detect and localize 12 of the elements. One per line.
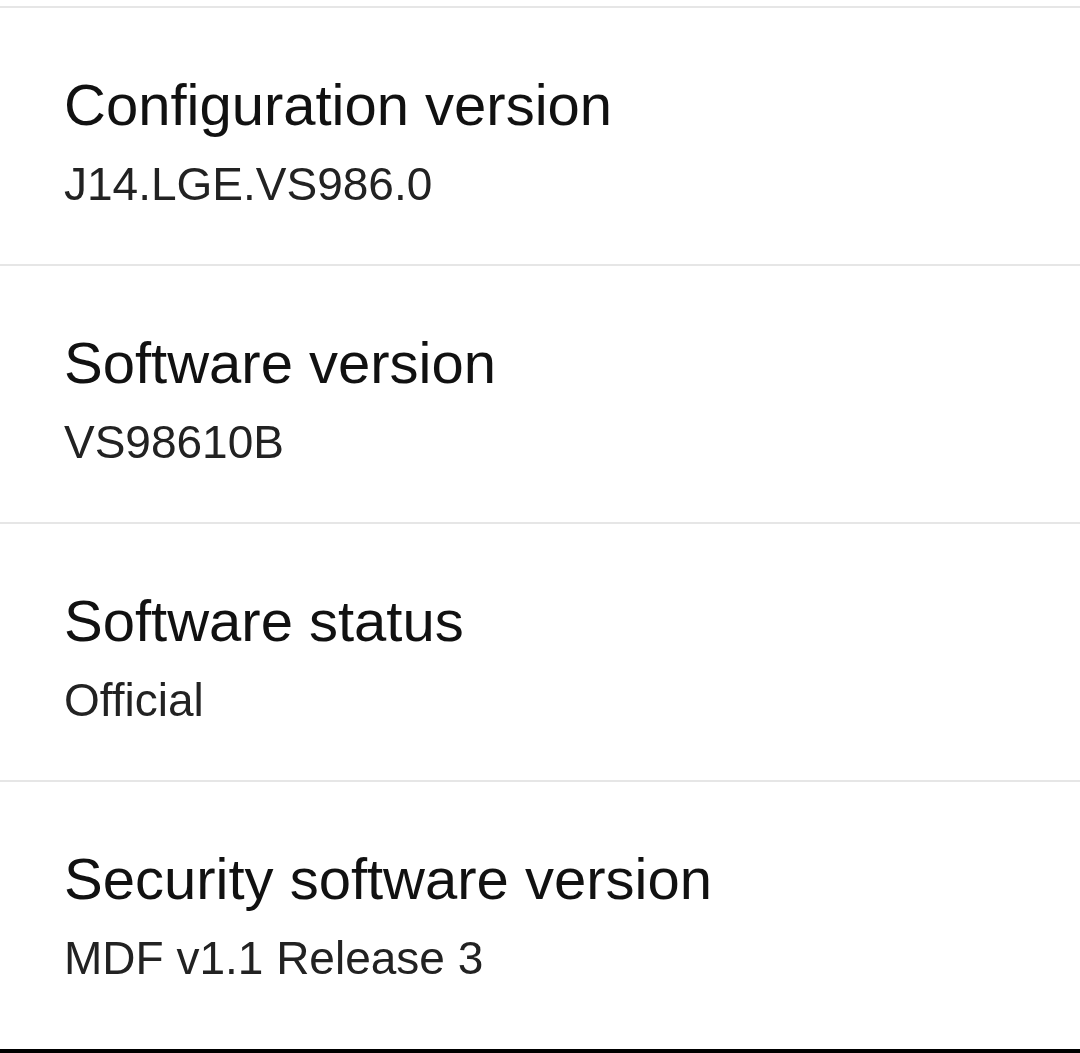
- settings-item[interactable]: Software version VS98610B: [0, 266, 1080, 524]
- settings-item[interactable]: Configuration version J14.LGE.VS986.0: [0, 8, 1080, 266]
- setting-title: Software status: [64, 587, 464, 655]
- setting-value: J14.LGE.VS986.0: [64, 158, 433, 210]
- setting-title: Configuration version: [64, 71, 613, 139]
- setting-value: Official: [64, 674, 204, 726]
- setting-value: MDF v1.1 Release 3: [64, 932, 484, 984]
- setting-title: Software version: [64, 329, 496, 397]
- settings-item[interactable]: Security software version MDF v1.1 Release 3: [0, 782, 1080, 1049]
- setting-value: VS98610B: [64, 416, 284, 468]
- setting-title: Security software version: [64, 845, 712, 913]
- settings-item[interactable]: Software status Official: [0, 524, 1080, 782]
